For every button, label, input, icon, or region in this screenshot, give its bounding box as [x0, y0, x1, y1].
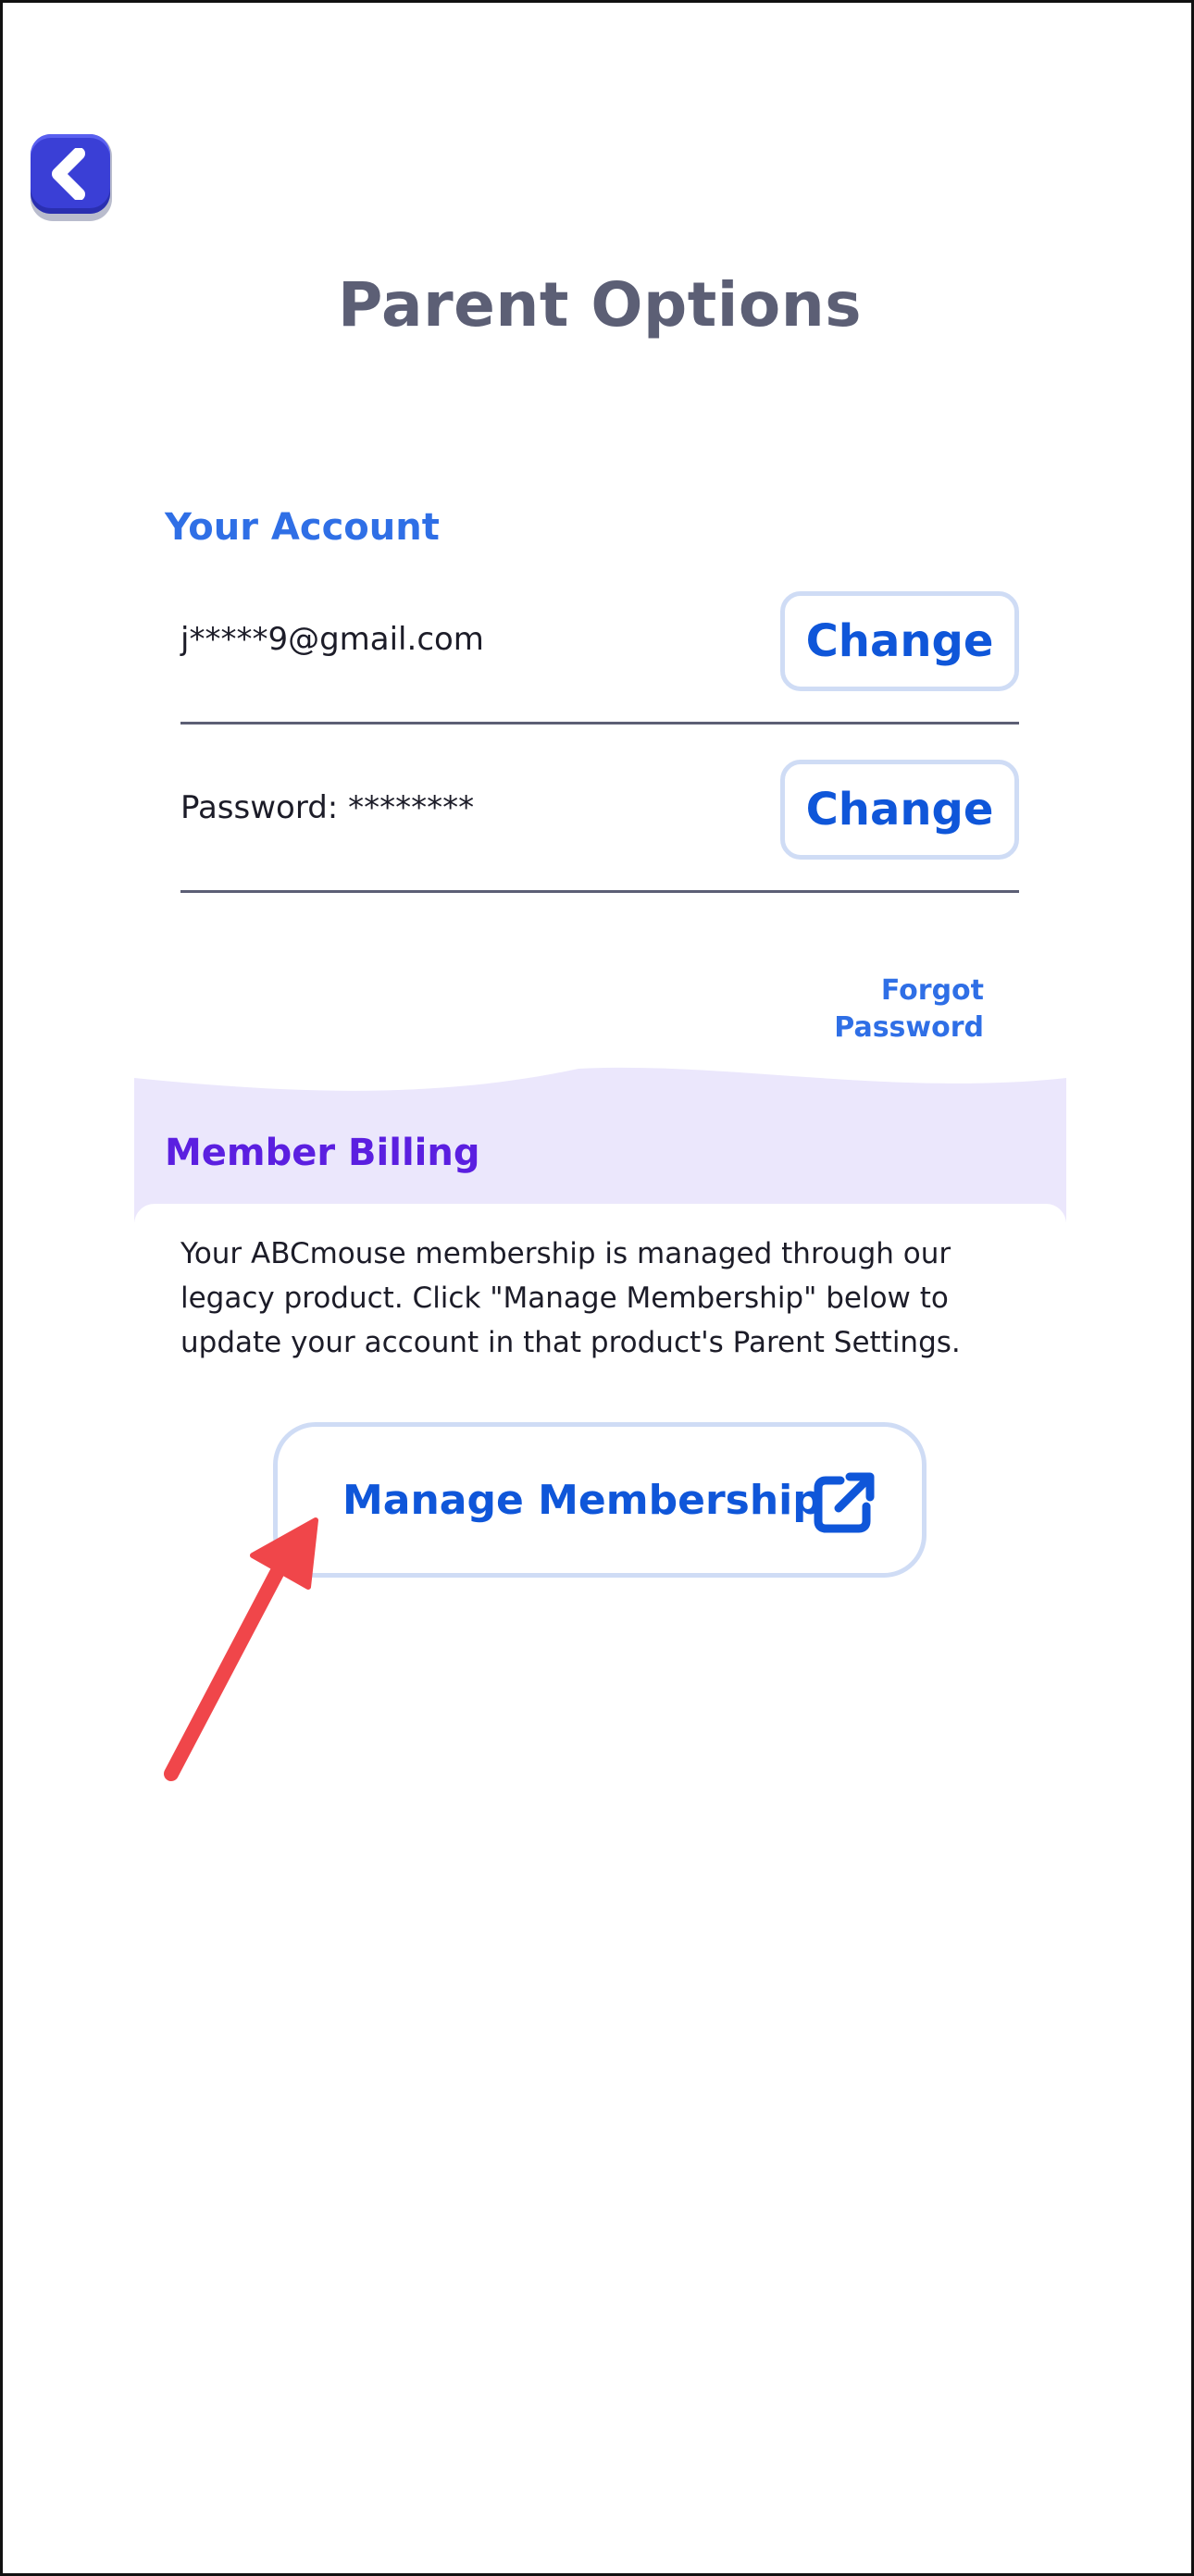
manage-membership-label: Manage Membership — [342, 1476, 822, 1524]
chevron-left-icon — [52, 148, 85, 200]
change-password-button[interactable]: Change — [780, 760, 1019, 860]
email-value: j*****9@gmail.com — [180, 621, 484, 658]
member-billing-heading: Member Billing — [165, 1132, 480, 1174]
external-link-icon — [813, 1471, 876, 1534]
page-title: Parent Options — [337, 269, 863, 341]
password-row: Password: ******** Change — [180, 724, 1019, 893]
password-value: Password: ******** — [180, 789, 475, 826]
back-button[interactable] — [31, 134, 112, 221]
your-account-heading: Your Account — [165, 506, 440, 549]
change-email-button[interactable]: Change — [780, 591, 1019, 691]
billing-description: Your ABCmouse membership is managed thro… — [180, 1237, 961, 1359]
back-button-face — [31, 134, 110, 214]
email-row: j*****9@gmail.com Change — [180, 556, 1019, 724]
app-screen: Parent Options Your Account j*****9@gmai… — [0, 0, 1194, 2576]
forgot-password-link[interactable]: Forgot Password — [743, 972, 984, 1046]
manage-membership-button[interactable]: Manage Membership — [273, 1422, 927, 1578]
